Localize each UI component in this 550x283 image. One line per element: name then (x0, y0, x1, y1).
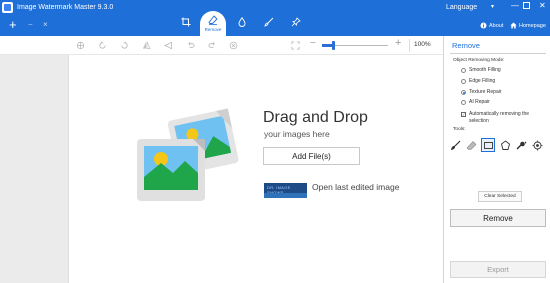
app-title: Image Watermark Master 9.3.0 (17, 4, 114, 11)
drop-title: Drag and Drop (263, 109, 368, 126)
info-icon (480, 22, 487, 29)
recent-image-thumbnail[interactable]: DR. IMAGE SHOWS (264, 183, 307, 198)
clear-selected-button[interactable]: Clear Selected (478, 191, 522, 202)
flip-horizontal-button[interactable] (141, 40, 152, 51)
tab-watermark[interactable] (231, 12, 253, 32)
radio-button-selected[interactable] (461, 89, 466, 95)
minimize-button[interactable]: — (511, 1, 519, 10)
close-window-button[interactable]: ✕ (539, 1, 546, 10)
panel-title: Remove (452, 41, 480, 50)
mode-edge-filling[interactable]: Edge Filling (461, 78, 495, 84)
radio-button[interactable] (461, 99, 466, 105)
rotate-right-icon (121, 41, 128, 49)
zoom-slider[interactable] (322, 41, 388, 50)
redo-icon (208, 42, 215, 48)
remove-item-button[interactable]: − (28, 20, 33, 29)
undo-icon (188, 42, 195, 48)
zoom-in-button[interactable]: + (395, 38, 401, 49)
homepage-label: Homepage (519, 22, 546, 29)
zoom-out-button[interactable]: − (310, 39, 316, 49)
auto-remove-option[interactable]: ✓ Automatically removing the selection (461, 111, 550, 124)
panel-separator (450, 53, 546, 54)
mode-texture-repair[interactable]: Texture Repair (461, 89, 502, 95)
tool-lasso[interactable] (498, 138, 512, 152)
about-label: About (489, 22, 504, 29)
undo-button[interactable] (185, 40, 196, 51)
close-item-button[interactable]: × (43, 20, 48, 29)
tool-magic-brush[interactable] (514, 138, 528, 152)
lasso-icon (500, 139, 510, 150)
tool-eraser[interactable] (464, 138, 478, 152)
flip-horizontal-icon (142, 41, 151, 49)
export-button[interactable]: Export (450, 261, 546, 278)
crop-icon (181, 17, 191, 27)
rotate-right-button[interactable] (119, 40, 130, 51)
redo-button[interactable] (207, 40, 218, 51)
tool-target[interactable] (530, 138, 544, 152)
auto-remove-label: Automatically removing the selection (469, 111, 530, 124)
mode-smooth-filling-label: Smooth Filling (469, 67, 501, 73)
new-project-button[interactable]: + (9, 18, 17, 31)
radio-button[interactable] (461, 78, 466, 84)
brush-icon (450, 140, 460, 150)
mode-ai-repair[interactable]: AI Repair (461, 99, 490, 105)
remove-button[interactable]: Remove (450, 209, 546, 227)
tab-remove-label: Remove (204, 27, 222, 32)
tool-brush[interactable] (448, 138, 462, 152)
rectangle-select-icon (483, 141, 493, 149)
tab-brush[interactable] (258, 12, 280, 32)
images-icon (137, 108, 239, 201)
drop-icon (238, 17, 246, 27)
drop-area[interactable]: Drag and Drop your images here Add File(… (69, 55, 443, 283)
rotate-left-icon (99, 41, 106, 49)
mode-edge-filling-label: Edge Filling (469, 78, 496, 84)
flip-vertical-icon (164, 41, 173, 50)
eraser-icon (466, 140, 476, 150)
toolbar-divider (409, 39, 410, 52)
fit-screen-button[interactable] (290, 40, 301, 51)
move-icon (76, 41, 85, 50)
homepage-button[interactable]: Homepage (510, 22, 546, 29)
mode-texture-repair-label: Texture Repair (469, 89, 502, 95)
title-bar: Image Watermark Master 9.3.0 + − × Remov… (0, 0, 550, 36)
maximize-button[interactable] (523, 2, 530, 9)
add-files-button[interactable]: Add File(s) (263, 147, 360, 165)
drop-subtitle: your images here (264, 129, 330, 139)
eraser-icon (208, 15, 218, 25)
mode-smooth-filling[interactable]: Smooth Filling (461, 67, 501, 73)
zoom-slider-thumb[interactable] (332, 41, 335, 50)
mode-label: Object Removing Mode: (453, 58, 505, 63)
canvas-left-margin (0, 55, 68, 283)
open-last-edited-link[interactable]: Open last edited image (312, 181, 402, 193)
remove-panel: Remove Object Removing Mode: Smooth Fill… (444, 36, 550, 283)
zoom-percentage: 100% (414, 41, 431, 48)
tab-remove[interactable]: Remove (200, 11, 226, 36)
about-button[interactable]: About (480, 22, 503, 29)
tab-pin[interactable] (285, 12, 307, 32)
magic-brush-icon (516, 140, 527, 149)
chevron-down-icon: ▾ (491, 4, 495, 10)
tool-rectangle-select[interactable] (481, 138, 495, 152)
cancel-icon (229, 41, 238, 50)
target-icon (532, 140, 542, 150)
home-icon (510, 22, 517, 29)
auto-remove-checkbox[interactable]: ✓ (461, 112, 466, 117)
rotate-left-button[interactable] (97, 40, 108, 51)
app-logo (2, 2, 13, 13)
radio-button[interactable] (461, 67, 466, 73)
language-menu[interactable]: Language (446, 3, 477, 12)
flip-vertical-button[interactable] (163, 40, 174, 51)
pin-icon (291, 17, 301, 27)
fit-screen-icon (291, 41, 300, 50)
brush-icon (264, 17, 274, 27)
tools-label: Tools: (453, 127, 466, 132)
mode-ai-repair-label: AI Repair (469, 99, 490, 105)
tab-crop[interactable] (175, 12, 197, 32)
move-button[interactable] (75, 40, 86, 51)
cancel-button[interactable] (228, 40, 239, 51)
canvas-toolbar: − + 100% (0, 36, 443, 55)
